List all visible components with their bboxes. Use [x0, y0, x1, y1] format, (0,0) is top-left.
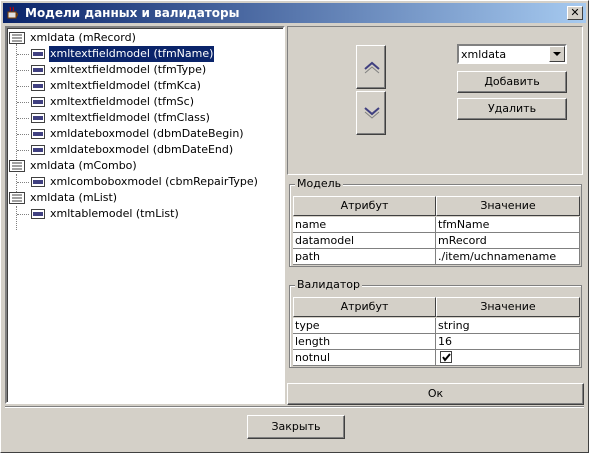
model-cell-attr[interactable]: path — [293, 249, 436, 265]
close-window-button[interactable]: ✕ — [567, 6, 583, 20]
tree-node-leaf[interactable]: xmltextfieldmodel (tfmClass) — [9, 110, 283, 126]
tree-leaf-icon — [31, 145, 45, 155]
tree-folder-icon — [9, 32, 25, 44]
validator-cell-value[interactable]: 16 — [436, 334, 580, 350]
add-button[interactable]: Добавить — [457, 71, 567, 93]
java-cup-icon — [7, 6, 18, 19]
tree-node-leaf[interactable]: xmltextfieldmodel (tfmType) — [9, 62, 283, 78]
tree-leaf-icon — [31, 49, 45, 59]
validator-cell-attr[interactable]: length — [293, 334, 436, 350]
tree-node-label-selected: xmltextfieldmodel (tfmName) — [47, 45, 216, 63]
tree-node-label: xmldata (mRecord) — [30, 31, 136, 44]
ok-button[interactable]: Ок — [287, 383, 584, 405]
validator-cell-attr[interactable]: type — [293, 318, 436, 334]
tree-folder-icon — [9, 160, 25, 172]
title-bar[interactable]: Модели данных и валидаторы ✕ — [3, 3, 586, 23]
data-model-tree[interactable]: xmldata (mRecord) xmltextfieldmodel (tfm… — [5, 26, 285, 404]
delete-button[interactable]: Удалить — [457, 98, 567, 120]
tree-node-folder[interactable]: xmldata (mList) — [9, 190, 283, 206]
model-type-combobox[interactable]: xmldata — [457, 44, 567, 64]
tree-node-folder[interactable]: xmldata (mCombo) — [9, 158, 283, 174]
tree-node-label: xmltablemodel (tmList) — [50, 207, 179, 220]
bottom-bar: Закрыть — [5, 406, 584, 448]
move-down-button[interactable] — [356, 91, 386, 135]
window-title: Модели данных и валидаторы — [25, 6, 240, 20]
tree-node-label: xmldateboxmodel (dbmDateEnd) — [50, 143, 234, 156]
tree-leaf-icon — [31, 81, 45, 91]
checkmark-icon — [442, 353, 451, 362]
notnul-checkbox[interactable] — [440, 351, 452, 363]
tree-node-label: xmldata (mList) — [30, 191, 118, 204]
validator-cell-attr[interactable]: notnul — [293, 350, 436, 366]
close-icon: ✕ — [570, 6, 580, 19]
validator-cell-value[interactable]: string — [436, 318, 580, 334]
validator-header-attr[interactable]: Атрибут — [293, 297, 436, 317]
tree-node-leaf[interactable]: xmldateboxmodel (dbmDateBegin) — [9, 126, 283, 142]
model-cell-attr[interactable]: name — [293, 217, 436, 233]
tree-node-leaf[interactable]: xmltextfieldmodel (tfmKca) — [9, 78, 283, 94]
validator-group-title: Валидатор — [295, 278, 362, 291]
tree-leaf-icon — [31, 97, 45, 107]
tree-node-folder[interactable]: xmldata (mRecord) — [9, 30, 283, 46]
tree-leaf-icon — [31, 113, 45, 123]
dropdown-arrow-icon — [553, 52, 561, 56]
move-up-button[interactable] — [356, 45, 386, 89]
combobox-dropdown-button[interactable] — [549, 46, 565, 62]
tree-leaf-icon — [31, 177, 45, 187]
chevron-up-icon — [364, 61, 380, 74]
model-header-attr[interactable]: Атрибут — [293, 196, 436, 216]
validator-header-value[interactable]: Значение — [436, 297, 580, 317]
tree-node-label: xmltextfieldmodel (tfmKca) — [50, 79, 201, 92]
tree-node-label: xmltextfieldmodel (tfmClass) — [50, 111, 210, 124]
validator-table[interactable]: Атрибут Значение type string length 16 n… — [293, 297, 580, 366]
tree-leaf-icon — [31, 65, 45, 75]
validator-group: Валидатор Атрибут Значение type string l… — [289, 278, 582, 368]
tree-leaf-icon — [31, 209, 45, 219]
model-cell-value[interactable]: ./item/uchnamename — [436, 249, 580, 265]
tree-node-label: xmldata (mCombo) — [30, 159, 137, 172]
tree-node-label: xmldateboxmodel (dbmDateBegin) — [50, 127, 244, 140]
model-cell-attr[interactable]: datamodel — [293, 233, 436, 249]
model-cell-value[interactable]: tfmName — [436, 217, 580, 233]
close-button[interactable]: Закрыть — [247, 415, 345, 439]
model-header-value[interactable]: Значение — [436, 196, 580, 216]
combobox-value: xmldata — [461, 48, 507, 61]
validator-cell-value[interactable] — [436, 350, 580, 366]
tree-node-leaf[interactable]: xmlcomboboxmodel (cbmRepairType) — [9, 174, 283, 190]
tree-node-leaf[interactable]: xmltablemodel (tmList) — [9, 206, 283, 222]
tree-leaf-icon — [31, 129, 45, 139]
model-group: Модель Атрибут Значение name tfmName dat… — [289, 177, 582, 267]
controls-panel: xmldata Добавить Удалить — [287, 26, 583, 175]
tree-node-leaf[interactable]: xmltextfieldmodel (tfmName) — [9, 45, 283, 63]
model-group-title: Модель — [295, 177, 344, 190]
tree-node-label: xmlcomboboxmodel (cbmRepairType) — [50, 175, 258, 188]
chevron-down-icon — [364, 107, 380, 119]
dialog-window: Модели данных и валидаторы ✕ xmldata (mR… — [0, 0, 589, 453]
model-cell-value[interactable]: mRecord — [436, 233, 580, 249]
tree-node-label: xmltextfieldmodel (tfmSc) — [50, 95, 194, 108]
model-table[interactable]: Атрибут Значение name tfmName datamodel … — [293, 196, 580, 265]
tree-node-leaf[interactable]: xmltextfieldmodel (tfmSc) — [9, 94, 283, 110]
tree-folder-icon — [9, 192, 25, 204]
tree-node-leaf[interactable]: xmldateboxmodel (dbmDateEnd) — [9, 142, 283, 158]
tree-node-label: xmltextfieldmodel (tfmType) — [50, 63, 207, 76]
